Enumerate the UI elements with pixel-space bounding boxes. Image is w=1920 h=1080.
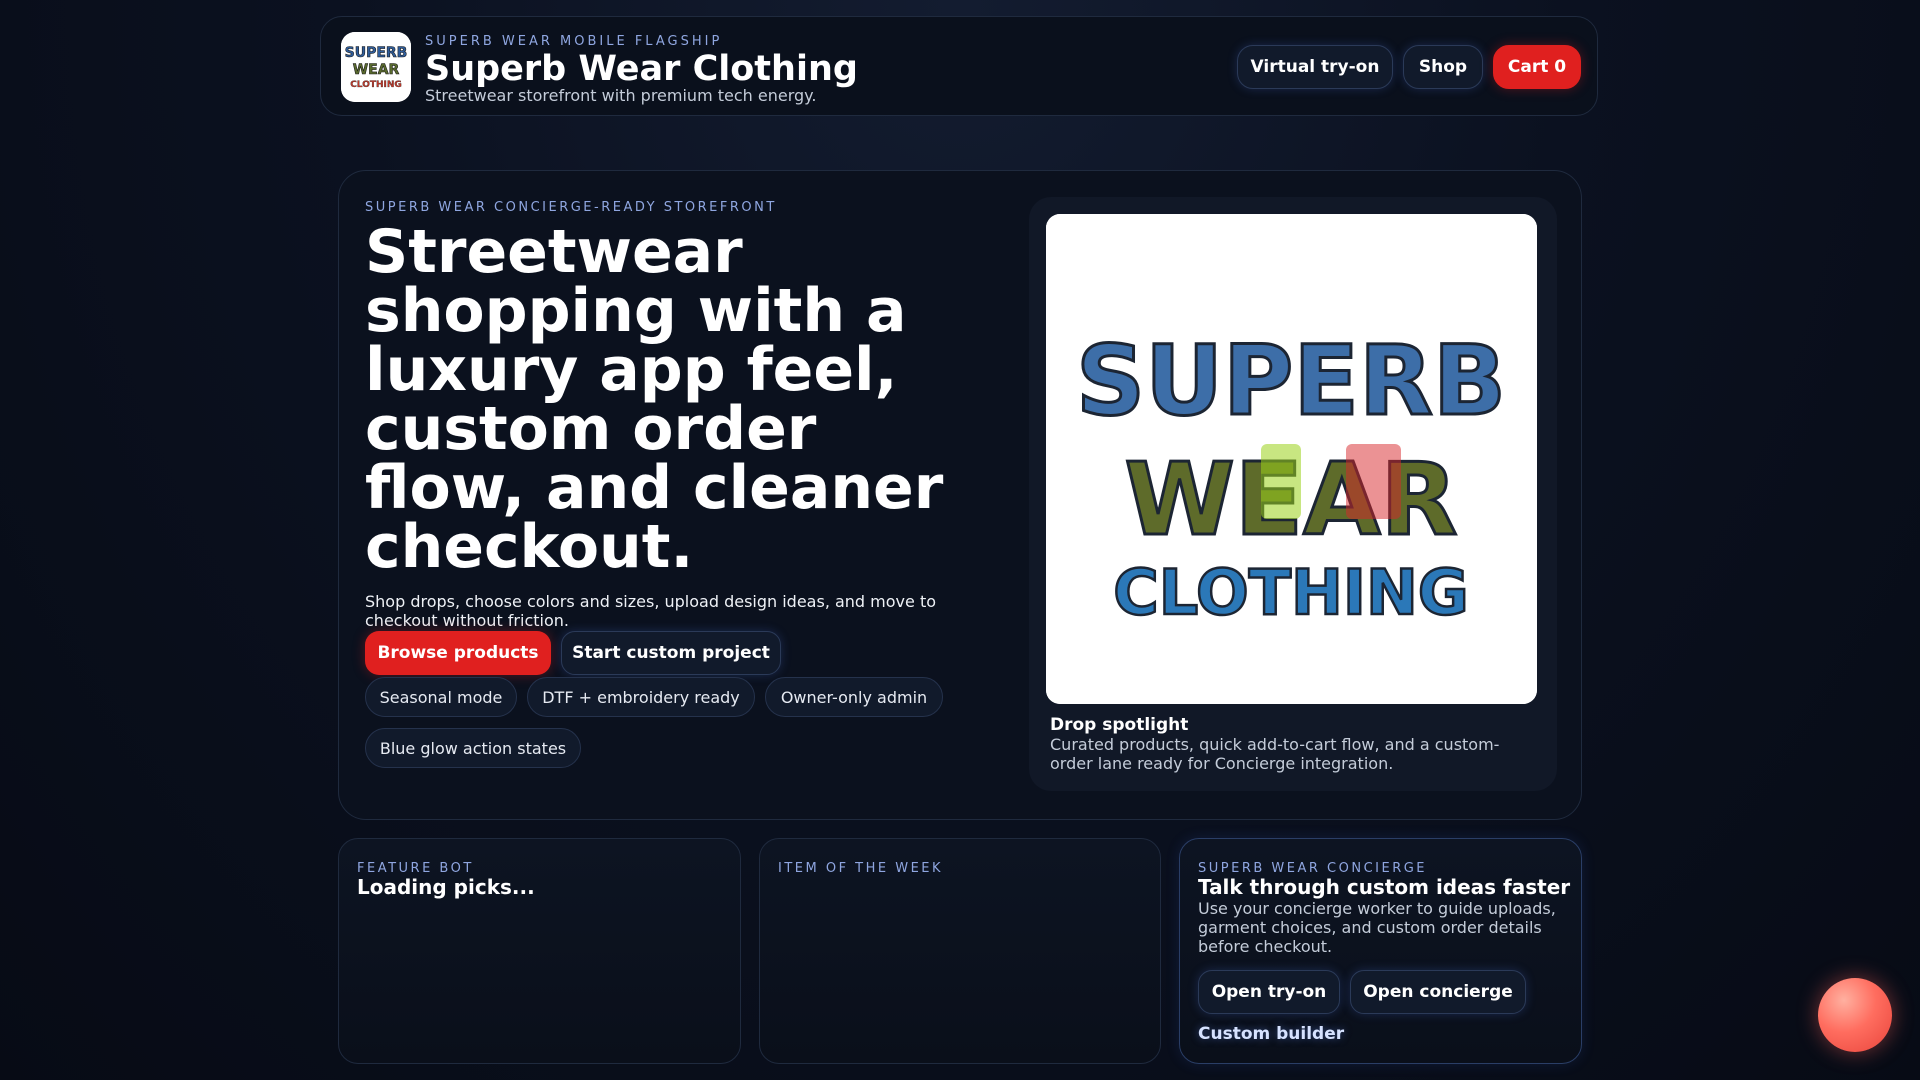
item-of-week-eyebrow: ITEM OF THE WEEK — [778, 861, 944, 876]
pill-blue-glow: Blue glow action states — [365, 728, 581, 768]
concierge-card: SUPERB WEAR CONCIERGE Talk through custo… — [1179, 838, 1582, 1064]
pill-owner-admin: Owner-only admin — [765, 677, 943, 717]
concierge-description: Use your concierge worker to guide uploa… — [1198, 899, 1556, 956]
brand-tagline: Streetwear storefront with premium tech … — [425, 86, 817, 105]
concierge-title: Talk through custom ideas faster — [1198, 875, 1571, 899]
logo-line-1: SUPERB — [345, 45, 408, 61]
logo-line-2: WEAR — [353, 62, 400, 78]
spotlight-title: Drop spotlight — [1050, 715, 1189, 735]
open-tryon-button[interactable]: Open try-on — [1198, 970, 1340, 1014]
hero-section: SUPERB WEAR CONCIERGE-READY STOREFRONT S… — [338, 170, 1582, 820]
item-of-week-card: ITEM OF THE WEEK — [759, 838, 1161, 1064]
art-word-superb: SUPERB — [1076, 325, 1506, 437]
virtual-tryon-button[interactable]: Virtual try-on — [1237, 45, 1393, 89]
browse-products-button[interactable]: Browse products — [365, 631, 551, 675]
superb-wear-artwork: SUPERB WEAR CLOTHING — [1046, 214, 1537, 704]
open-concierge-button[interactable]: Open concierge — [1350, 970, 1526, 1014]
top-bar: SUPERB WEAR CLOTHING SUPERB WEAR MOBILE … — [320, 16, 1598, 116]
logo-line-3: CLOTHING — [350, 80, 402, 90]
pill-dtf-embroidery: DTF + embroidery ready — [527, 677, 755, 717]
start-custom-project-button[interactable]: Start custom project — [561, 631, 781, 675]
feature-bot-eyebrow: FEATURE BOT — [357, 861, 474, 876]
brand-eyebrow: SUPERB WEAR MOBILE FLAGSHIP — [425, 34, 723, 49]
chat-orb-icon[interactable] — [1818, 978, 1892, 1052]
art-word-clothing: CLOTHING — [1113, 556, 1469, 629]
hero-title: Streetwear shopping with a luxury app fe… — [365, 217, 944, 582]
pill-seasonal-mode: Seasonal mode — [365, 677, 517, 717]
spotlight-description: Curated products, quick add-to-cart flow… — [1050, 735, 1500, 773]
hero-subtitle: Shop drops, choose colors and sizes, upl… — [365, 592, 937, 630]
shop-button[interactable]: Shop — [1403, 45, 1483, 89]
cart-button[interactable]: Cart 0 — [1493, 45, 1581, 89]
spotlight-image: SUPERB WEAR CLOTHING — [1046, 214, 1537, 704]
hero-eyebrow: SUPERB WEAR CONCIERGE-READY STOREFRONT — [365, 200, 777, 215]
drop-spotlight-panel: SUPERB WEAR CLOTHING Drop spotlight Cura… — [1029, 197, 1557, 791]
feature-bot-card: FEATURE BOT Loading picks... — [338, 838, 741, 1064]
feature-bot-title: Loading picks... — [357, 875, 535, 899]
brand-logo-icon: SUPERB WEAR CLOTHING — [341, 32, 411, 102]
brand-title: Superb Wear Clothing — [425, 49, 858, 89]
concierge-eyebrow: SUPERB WEAR CONCIERGE — [1198, 861, 1428, 876]
custom-builder-link[interactable]: Custom builder — [1198, 1024, 1344, 1044]
brand-logo[interactable]: SUPERB WEAR CLOTHING — [341, 32, 411, 102]
